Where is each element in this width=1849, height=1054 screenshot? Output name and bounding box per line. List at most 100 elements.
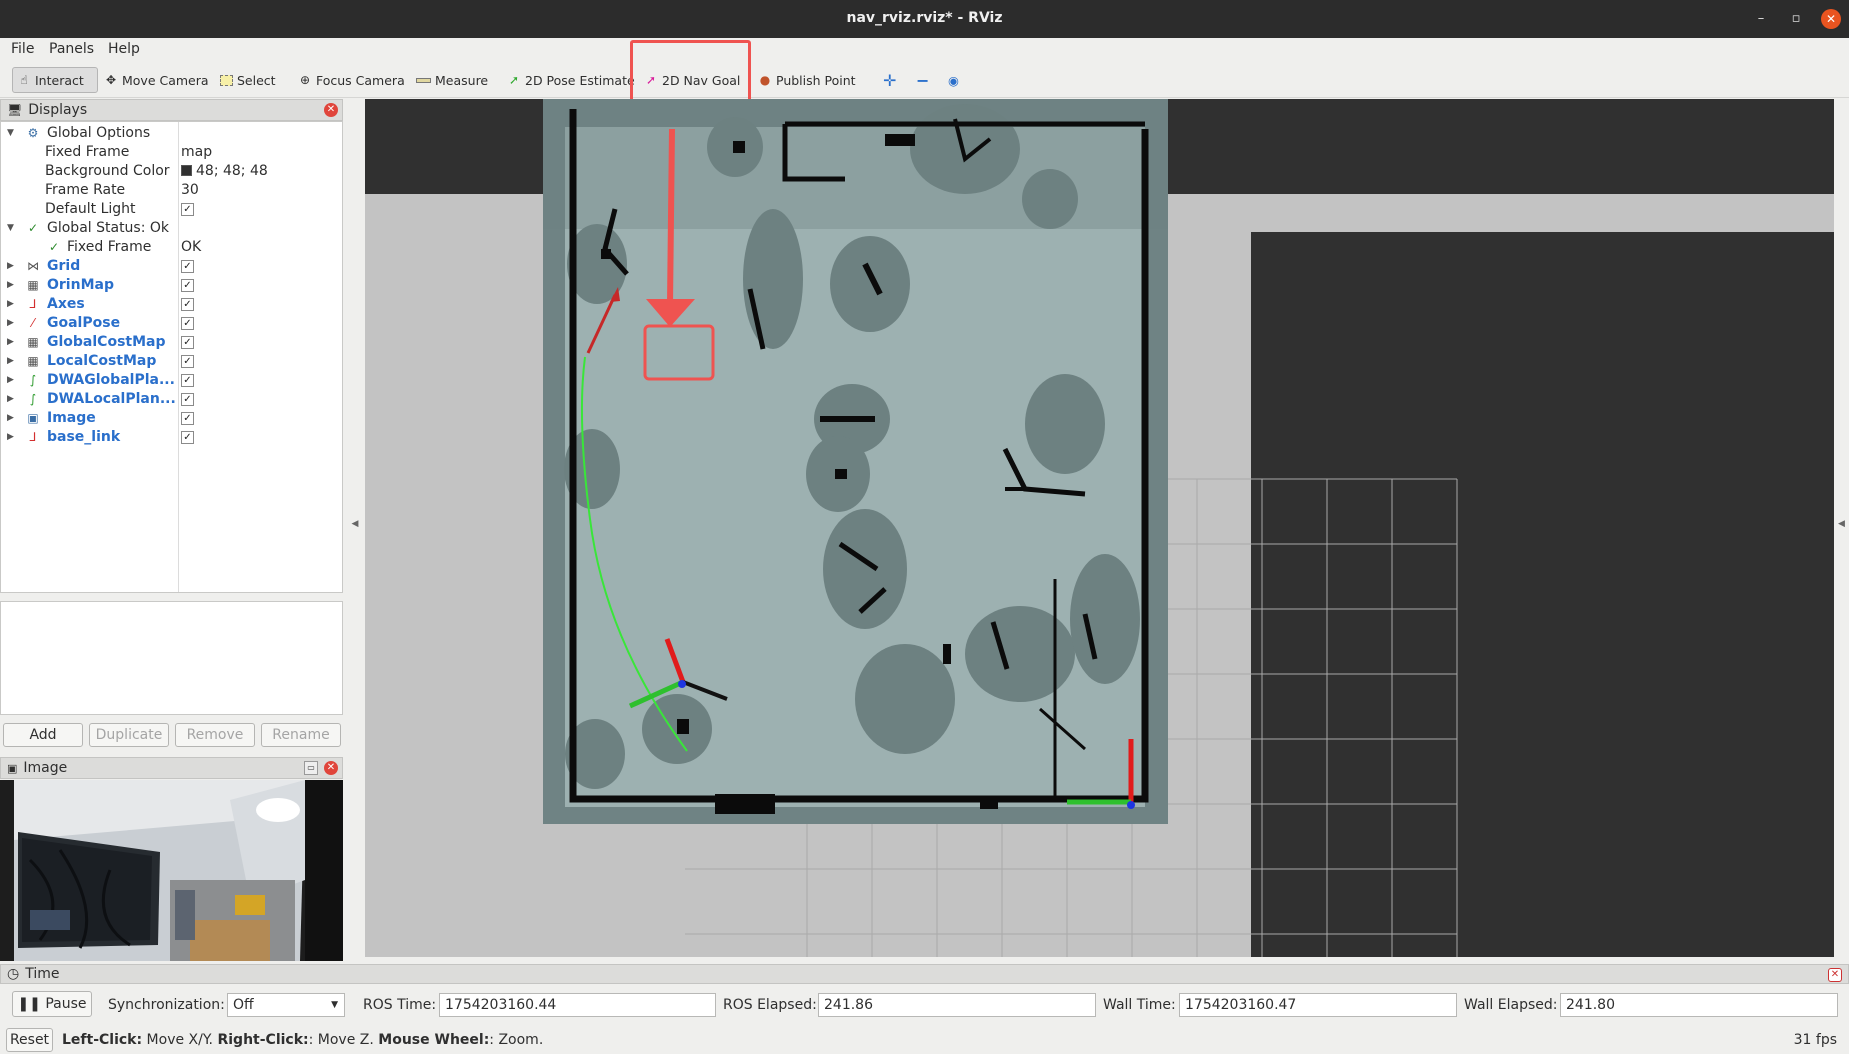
add-button[interactable]: Add [3,723,83,747]
display-item-dwalocalplan[interactable]: ▶ ∫ DWALocalPlan... ✓ [1,390,342,409]
map-scene[interactable] [365,99,1834,957]
ros-time-field[interactable]: 1754203160.44 [439,993,716,1017]
displays-header: 🖥 Displays ✕ [0,99,343,121]
publish-point-tool[interactable]: ● Publish Point [754,67,860,93]
enabled-checkbox[interactable]: ✓ [181,374,194,387]
fixed-frame-value[interactable]: map [181,143,212,162]
monitor-icon: 🖥 [7,103,23,117]
crosshair-icon: ⊕ [299,73,311,87]
reset-button[interactable]: Reset [6,1028,53,1052]
remove-button[interactable]: Remove [175,723,255,747]
tree-row-global-options[interactable]: ▼ ⚙ Global Options [1,124,342,143]
pause-button[interactable]: ❚❚ Pause [12,991,92,1017]
close-icon[interactable]: ✕ [1821,9,1841,29]
background-color-label: Background Color [45,163,170,179]
maximize-icon[interactable]: ▫ [1786,9,1806,29]
move-icon: ✥ [105,73,117,87]
select-tool[interactable]: Select [216,67,280,93]
enabled-checkbox[interactable]: ✓ [181,336,194,349]
close-icon[interactable]: ✕ [324,103,338,117]
expand-arrow-icon[interactable]: ▼ [7,219,17,238]
enabled-checkbox[interactable]: ✓ [181,279,194,292]
remove-tool-icon[interactable]: − [912,67,933,93]
expand-arrow-icon[interactable]: ▶ [7,276,17,295]
menu-panels[interactable]: Panels [49,41,94,57]
close-icon[interactable]: ✕ [1828,968,1842,982]
enabled-checkbox[interactable]: ✓ [181,393,194,406]
display-item-localcostmap[interactable]: ▶ ▦ LocalCostMap ✓ [1,352,342,371]
move-camera-tool[interactable]: ✥ Move Camera [100,67,213,93]
collapse-arrow-icon[interactable]: ◀ [345,519,365,529]
close-icon[interactable]: ✕ [324,761,338,775]
expand-arrow-icon[interactable]: ▶ [7,257,17,276]
focus-camera-label: Focus Camera [316,72,405,88]
focus-camera-tool[interactable]: ⊕ Focus Camera [294,67,409,93]
property-description-box [0,601,343,715]
duplicate-button[interactable]: Duplicate [89,723,169,747]
tree-row-global-status[interactable]: ▼ ✓ Global Status: Ok [1,219,342,238]
display-item-globalcostmap[interactable]: ▶ ▦ GlobalCostMap ✓ [1,333,342,352]
display-item-base-link[interactable]: ▶ ⅃ base_link ✓ [1,428,342,447]
expand-arrow-icon[interactable]: ▶ [7,428,17,447]
display-item-goalpose[interactable]: ▶ ⁄ GoalPose ✓ [1,314,342,333]
map-pin-icon: ● [759,73,771,87]
rename-button[interactable]: Rename [261,723,341,747]
window-title: nav_rviz.rviz* - RViz [846,10,1003,26]
image-icon: ▣ [7,761,18,775]
render-viewport[interactable] [365,99,1834,957]
wheel-desc: : Zoom. [489,1032,544,1048]
global-options-label: Global Options [47,125,151,141]
highlight-nav-goal [630,40,751,106]
menu-file[interactable]: File [11,41,34,57]
time-panel-header: ◷ Time ✕ [0,964,1849,984]
tree-row-status-fixed-frame[interactable]: ✓ Fixed Frame OK [1,238,342,257]
wall-elapsed-field[interactable]: 241.80 [1560,993,1838,1017]
display-item-orinmap[interactable]: ▶ ▦ OrinMap ✓ [1,276,342,295]
tree-row-default-light[interactable]: Default Light ✓ [1,200,342,219]
display-item-axes[interactable]: ▶ ⅃ Axes ✓ [1,295,342,314]
enabled-checkbox[interactable]: ✓ [181,431,194,444]
interact-tool[interactable]: ☝ Interact [12,67,98,93]
enabled-checkbox[interactable]: ✓ [181,355,194,368]
minimize-icon[interactable]: – [1751,9,1771,29]
expand-arrow-icon[interactable]: ▶ [7,333,17,352]
tree-row-frame-rate[interactable]: Frame Rate 30 [1,181,342,200]
frame-rate-value[interactable]: 30 [181,181,199,200]
color-swatch [181,165,192,176]
pose-estimate-tool[interactable]: ➚ 2D Pose Estimate [503,67,639,93]
ros-elapsed-label: ROS Elapsed: [723,997,817,1013]
sync-dropdown[interactable]: Off ▼ [227,993,345,1017]
expand-arrow-icon[interactable]: ▶ [7,295,17,314]
ros-elapsed-field[interactable]: 241.86 [818,993,1096,1017]
right-splitter[interactable]: ◀ [1834,99,1849,957]
expand-arrow-icon[interactable]: ▼ [7,124,17,143]
expand-arrow-icon[interactable]: ▶ [7,390,17,409]
tree-row-background-color[interactable]: Background Color 48; 48; 48 [1,162,342,181]
left-splitter[interactable]: ◀ [345,99,365,957]
float-icon[interactable]: ▭ [304,761,318,775]
display-item-dwaglobalpla[interactable]: ▶ ∫ DWAGlobalPla... ✓ [1,371,342,390]
display-item-grid[interactable]: ▶ ⋈ Grid ✓ [1,257,342,276]
wall-time-field[interactable]: 1754203160.47 [1179,993,1457,1017]
enabled-checkbox[interactable]: ✓ [181,260,194,273]
enabled-checkbox[interactable]: ✓ [181,317,194,330]
background-color-value[interactable]: 48; 48; 48 [181,162,268,181]
enabled-checkbox[interactable]: ✓ [181,412,194,425]
eye-icon[interactable]: ◉ [944,67,963,93]
add-tool-icon[interactable]: ✛ [879,67,900,93]
image-panel-header: ▣ Image ▭ ✕ [0,757,343,779]
expand-arrow-icon[interactable]: ▶ [7,352,17,371]
measure-tool[interactable]: Measure [412,67,492,93]
display-item-image[interactable]: ▶ ▣ Image ✓ [1,409,342,428]
expand-arrow-icon[interactable]: ▶ [7,314,17,333]
default-light-checkbox[interactable]: ✓ [181,203,194,216]
expand-arrow-icon[interactable]: ▶ [7,409,17,428]
axes-icon: ⅃ [29,297,37,311]
enabled-checkbox[interactable]: ✓ [181,298,194,311]
expand-arrow-icon[interactable]: ▶ [7,371,17,390]
left-dock: 🖥 Displays ✕ ▼ ⚙ Global Options Fixed Fr… [0,99,343,961]
tree-row-fixed-frame[interactable]: Fixed Frame map [1,143,342,162]
collapse-arrow-icon[interactable]: ◀ [1834,519,1849,529]
menu-help[interactable]: Help [108,41,140,57]
path-icon: ∫ [29,392,37,406]
